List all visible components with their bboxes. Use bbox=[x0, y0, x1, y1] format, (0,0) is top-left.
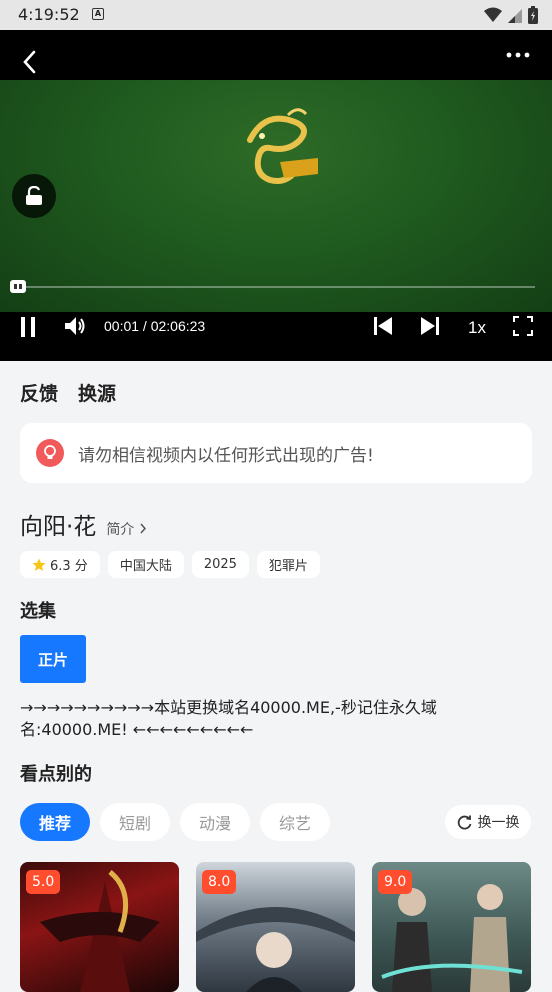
domain-notice: →→→→→→→→→→本站更换域名40000.ME,-秒记住永久域名:40000.… bbox=[20, 698, 437, 739]
battery-icon bbox=[528, 6, 538, 24]
next-icon[interactable] bbox=[421, 317, 439, 335]
refresh-icon bbox=[457, 815, 471, 829]
movie-tags: 6.3 分 中国大陆 2025 犯罪片 bbox=[20, 551, 320, 578]
time-display: 00:01 / 02:06:23 bbox=[104, 318, 205, 334]
detail-content: 反馈 换源 请勿相信视频内以任何形式出现的广告! 向阳·花 简介 6.3 分 中… bbox=[0, 361, 552, 992]
screen-lock-button[interactable] bbox=[12, 174, 56, 218]
playback-speed-button[interactable]: 1x bbox=[468, 318, 486, 338]
genre-tag: 犯罪片 bbox=[256, 551, 320, 578]
feedback-button[interactable]: 反馈 bbox=[20, 379, 58, 406]
rating-tag: 6.3 分 bbox=[20, 551, 100, 578]
player-topbar bbox=[0, 30, 552, 80]
lightbulb-icon bbox=[36, 439, 64, 467]
time-separator: / bbox=[139, 318, 151, 334]
poster-card[interactable]: 5.0 bbox=[20, 862, 179, 992]
player-controls: 00:01 / 02:06:23 1x bbox=[0, 310, 552, 361]
fullscreen-icon[interactable] bbox=[513, 316, 533, 336]
switch-source-button[interactable]: 换源 bbox=[78, 379, 116, 406]
signal-icon bbox=[508, 9, 522, 23]
system-icons bbox=[484, 6, 538, 24]
tab-anime[interactable]: 动漫 bbox=[180, 803, 251, 841]
unlock-icon bbox=[26, 186, 42, 205]
more-icon[interactable] bbox=[506, 52, 530, 58]
studio-dragon-logo bbox=[247, 108, 318, 184]
poster-card[interactable]: 9.0 bbox=[372, 862, 531, 992]
tab-variety[interactable]: 综艺 bbox=[260, 803, 331, 841]
notice-text: 请勿相信视频内以任何形式出现的广告! bbox=[78, 445, 374, 466]
refresh-label: 换一换 bbox=[477, 815, 520, 831]
year-tag: 2025 bbox=[191, 551, 249, 578]
recommend-cards: 5.0 8.0 9.0 bbox=[20, 862, 531, 992]
wifi-icon bbox=[484, 7, 502, 22]
star-icon bbox=[32, 558, 46, 571]
title-row: 向阳·花 简介 bbox=[20, 507, 147, 541]
recommend-heading: 看点别的 bbox=[20, 764, 92, 785]
rating-label: 6.3 分 bbox=[50, 559, 88, 574]
volume-icon[interactable] bbox=[64, 316, 86, 336]
pause-icon[interactable] bbox=[20, 317, 36, 337]
movie-title: 向阳·花 bbox=[20, 514, 97, 540]
intro-link[interactable]: 简介 bbox=[106, 519, 146, 539]
video-player[interactable]: 00:01 / 02:06:23 1x bbox=[0, 30, 552, 361]
status-time: 4:19:52 bbox=[18, 5, 80, 24]
refresh-button[interactable]: 换一换 bbox=[445, 805, 531, 839]
action-links: 反馈 换源 bbox=[20, 379, 116, 406]
tab-recommend[interactable]: 推荐 bbox=[20, 803, 91, 841]
current-time: 00:01 bbox=[104, 318, 140, 334]
score-badge: 5.0 bbox=[26, 870, 61, 894]
episode-button[interactable]: 正片 bbox=[20, 635, 86, 683]
tab-short-drama[interactable]: 短剧 bbox=[100, 803, 171, 841]
progress-handle[interactable] bbox=[10, 280, 26, 293]
episodes-heading: 选集 bbox=[20, 601, 56, 622]
video-frame[interactable] bbox=[0, 80, 552, 312]
score-badge: 9.0 bbox=[378, 870, 413, 894]
intro-label: 简介 bbox=[106, 522, 135, 538]
previous-icon[interactable] bbox=[374, 317, 392, 335]
region-tag: 中国大陆 bbox=[107, 551, 184, 578]
progress-bar[interactable] bbox=[10, 280, 535, 293]
back-icon[interactable] bbox=[22, 50, 36, 74]
score-badge: 8.0 bbox=[202, 870, 237, 894]
recommend-tabs: 推荐 短剧 动漫 综艺 bbox=[20, 803, 331, 841]
total-time: 02:06:23 bbox=[150, 318, 206, 334]
chevron-right-icon bbox=[140, 523, 146, 534]
status-bar: 4:19:52 A bbox=[0, 0, 552, 30]
ad-warning-notice: 请勿相信视频内以任何形式出现的广告! bbox=[20, 423, 532, 483]
keyboard-indicator-icon: A bbox=[92, 8, 104, 20]
poster-card[interactable]: 8.0 bbox=[196, 862, 355, 992]
